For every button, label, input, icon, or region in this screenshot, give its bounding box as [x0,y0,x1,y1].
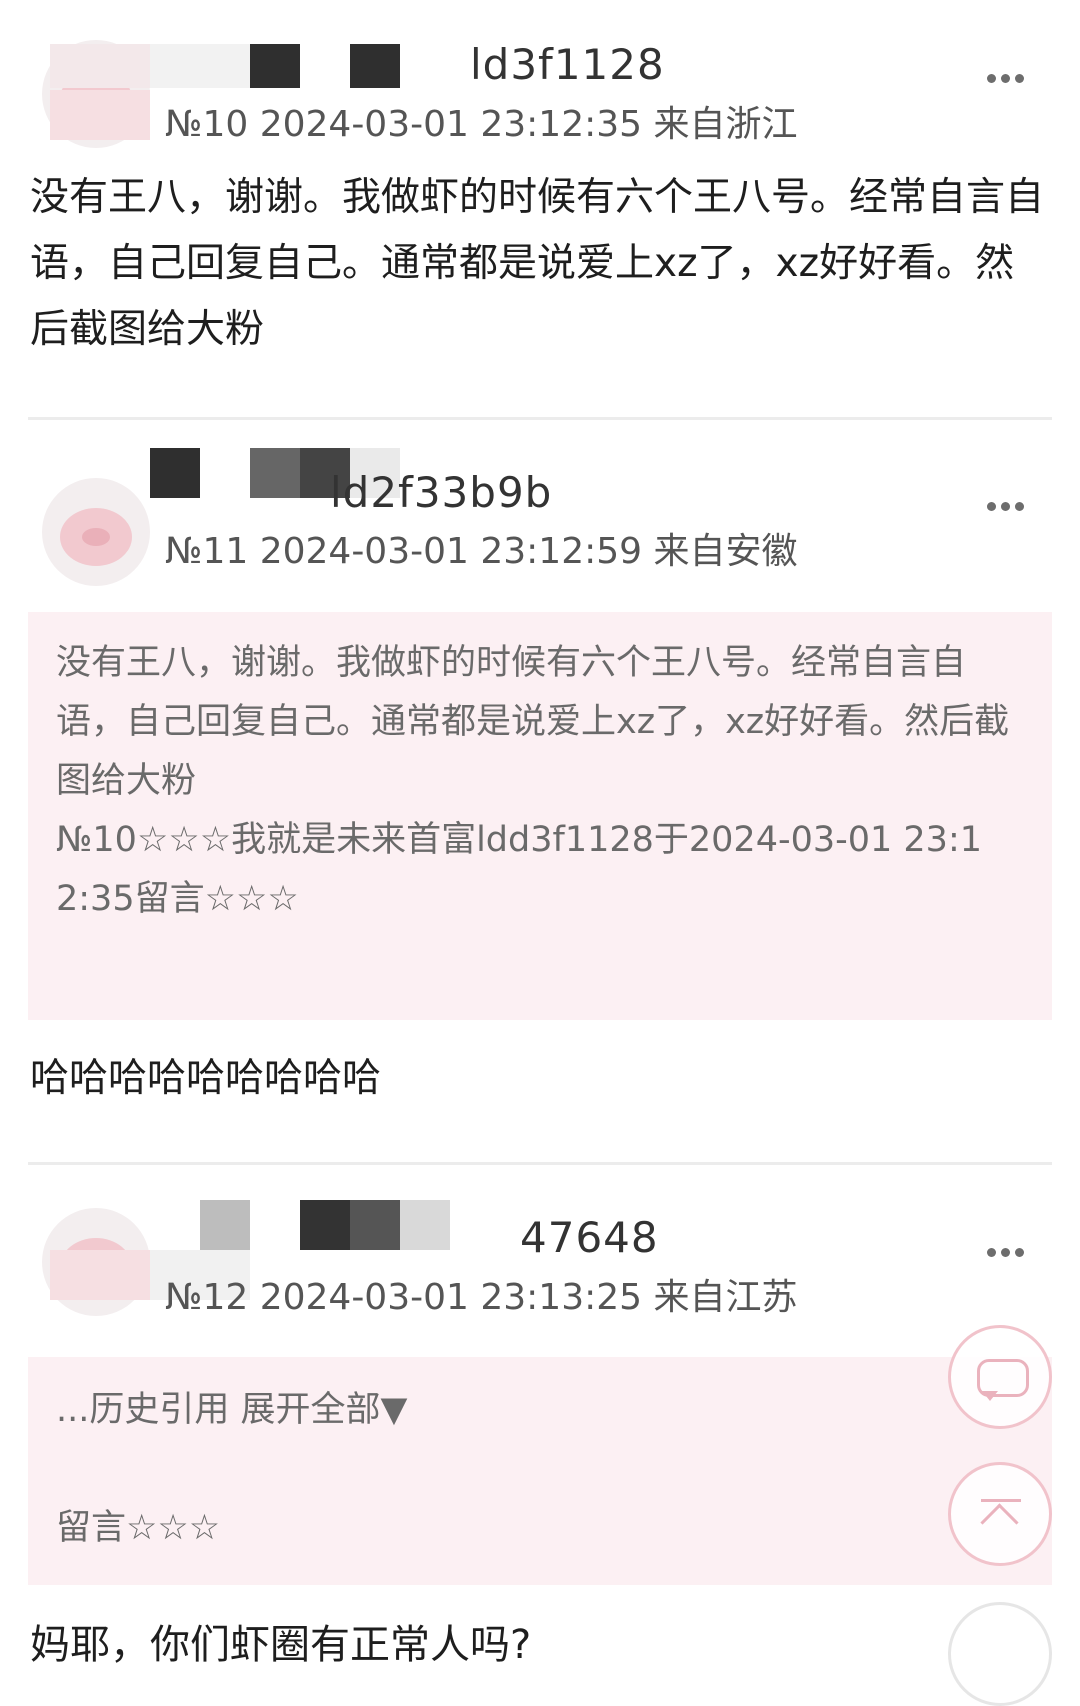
redacted-name [150,448,200,498]
post-datetime: 2024-03-01 23:13:25 [259,1277,643,1318]
floor-number: №10 [165,104,249,145]
redacted-name [300,1200,350,1250]
redacted-name [350,44,400,88]
post-content: 没有王八，谢谢。我做虾的时候有六个王八号。经常自言自语，自己回复自己。通常都是说… [30,175,1045,352]
username[interactable]: ld2f33b9b [330,468,552,517]
quote-block: ...历史引用 展开全部▼ 留言☆☆☆ [28,1357,1052,1585]
redacted-name [250,448,300,498]
history-expand-link[interactable]: ...历史引用 展开全部▼ [56,1381,1016,1440]
post-location: 来自浙江 [653,104,798,145]
post-meta: №11 2024-03-01 23:12:59 来自安徽 [165,522,798,574]
floor-number: №11 [165,531,249,572]
post-datetime: 2024-03-01 23:12:59 [259,531,643,572]
post-content: 妈耶，你们虾圈有正常人吗? [30,1622,532,1668]
post-content: 哈哈哈哈哈哈哈哈哈 [30,1056,382,1101]
quote-meta: 留言☆☆☆ [56,1508,221,1548]
more-icon[interactable] [982,62,1024,83]
post-location: 来自安徽 [653,531,798,572]
post-datetime: 2024-03-01 23:12:35 [259,104,643,145]
post-location: 来自江苏 [653,1277,798,1318]
redacted-name [50,44,150,88]
floor-number: №12 [165,1277,249,1318]
redacted-name [350,1200,400,1250]
divider [28,1162,1052,1165]
comment-icon[interactable] [948,1325,1052,1429]
more-icon[interactable] [982,1236,1024,1257]
post-meta: №10 2024-03-01 23:12:35 来自浙江 [165,95,798,147]
avatar[interactable] [42,478,150,586]
redacted-name [50,1250,150,1300]
quote-text: 没有王八，谢谢。我做虾的时候有六个王八号。经常自言自语，自己回复自己。通常都是说… [56,643,1010,801]
back-to-top-icon[interactable] [948,1462,1052,1566]
redacted-name [400,1200,450,1250]
quote-block: 没有王八，谢谢。我做虾的时候有六个王八号。经常自言自语，自己回复自己。通常都是说… [28,612,1052,1020]
username[interactable]: 47648 [520,1213,659,1262]
floating-button[interactable] [948,1602,1052,1706]
username[interactable]: ld3f1128 [470,40,665,89]
redacted-name [200,1200,250,1250]
quote-meta: №10☆☆☆我就是未来首富ldd3f1128于2024-03-01 23:12:… [56,820,983,919]
redacted-name [150,44,250,88]
redacted-name [50,90,150,140]
redacted-name [250,44,300,88]
divider [28,417,1052,420]
more-icon[interactable] [982,490,1024,511]
post-meta: №12 2024-03-01 23:13:25 来自江苏 [165,1268,798,1320]
